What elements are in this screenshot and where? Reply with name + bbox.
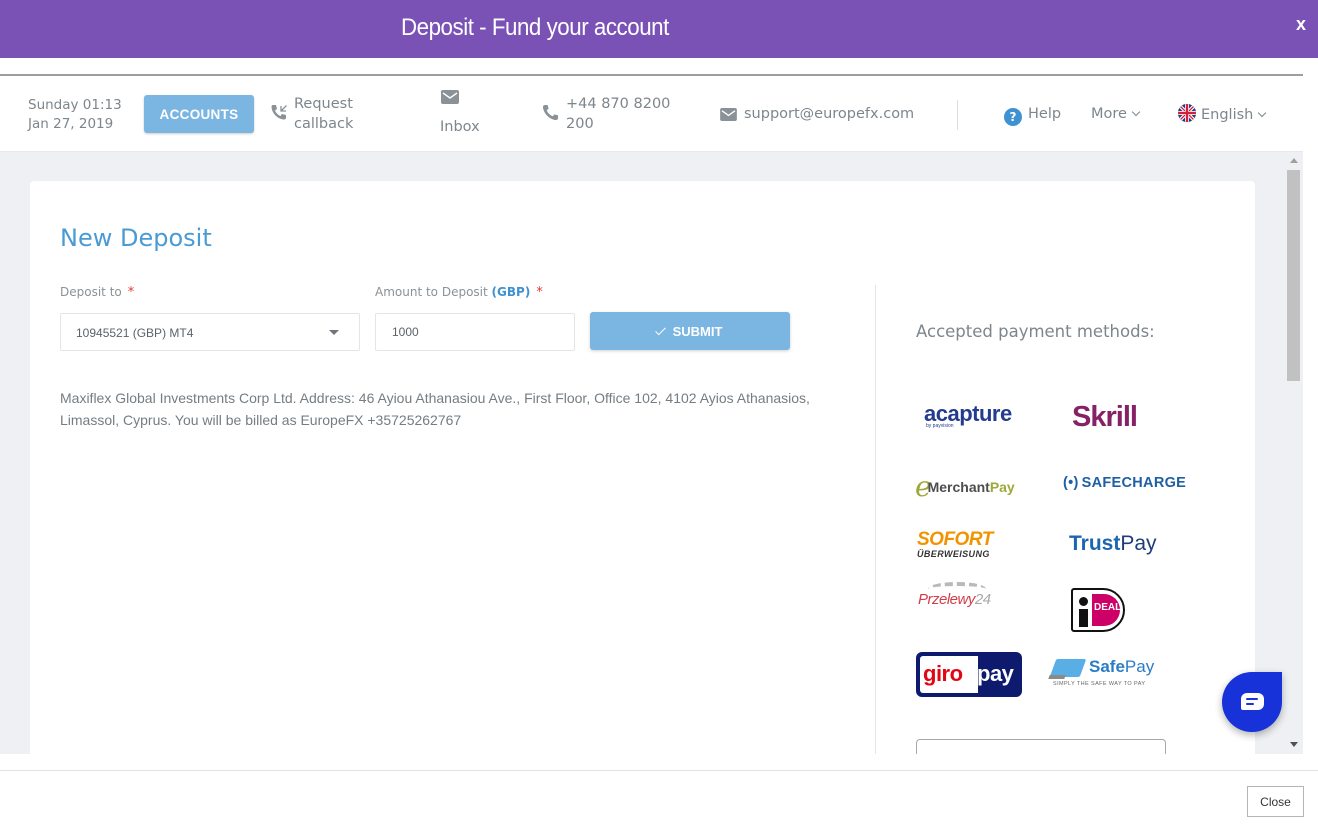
phone-line2: 200 [566, 116, 594, 132]
przelewy-arc-icon [928, 582, 986, 596]
support-email: support@europefx.com [744, 106, 915, 122]
deposit-to-label: Deposit to * [60, 285, 134, 300]
more-dropdown[interactable]: More [1091, 104, 1141, 124]
giropay-logo: giro pay [916, 652, 1022, 697]
required-asterisk: * [127, 285, 135, 300]
uk-flag-icon [1178, 104, 1196, 122]
deposit-to-select[interactable]: 10945521 (GBP) MT4 [60, 313, 360, 351]
acapture-logo-subtext: by payvision [926, 423, 954, 429]
chevron-down-icon [1258, 108, 1267, 118]
checkmark-icon [654, 324, 666, 335]
partially-visible-logo-box [916, 739, 1166, 754]
billing-address-note: Maxiflex Global Investments Corp Ltd. Ad… [60, 390, 810, 428]
sofort-logo: SOFORT ÜBERWEISUNG [917, 529, 993, 559]
required-asterisk: * [536, 285, 543, 300]
language-dropdown[interactable]: English [1178, 104, 1267, 125]
chevron-down-icon [1131, 107, 1141, 117]
more-label: More [1091, 106, 1127, 122]
date-day-time: Sunday 01:13 [28, 97, 122, 113]
safepay-name: SafePay [1089, 657, 1154, 677]
trustpay-rest: Pay [1120, 532, 1157, 555]
amount-currency: (GBP) [491, 285, 531, 299]
close-button[interactable]: Close [1247, 786, 1304, 817]
callback-label-line1: Request [294, 96, 353, 112]
vertical-scrollbar[interactable] [1286, 153, 1303, 754]
ideal-i-bar [1079, 609, 1088, 627]
scrollbar-thumb[interactable] [1287, 170, 1300, 381]
accounts-button[interactable]: ACCOUNTS [144, 95, 254, 133]
modal-title: Deposit - Fund your account [401, 14, 669, 41]
support-email-link[interactable]: support@europefx.com [720, 104, 914, 124]
emerchantpay-merchant: Merchant [927, 479, 990, 495]
envelope-icon [441, 90, 459, 110]
modal-title-bar: Deposit - Fund your account x [0, 0, 1318, 58]
top-navigation: Sunday 01:13 Jan 27, 2019 ACCOUNTS Reque… [0, 76, 1303, 152]
trustpay-bold: Trust [1069, 532, 1121, 555]
live-chat-button[interactable] [1222, 672, 1282, 732]
safepay-bold: Safe [1089, 657, 1125, 676]
amount-label: Amount to Deposit (GBP) * [375, 285, 543, 300]
submit-label: SUBMIT [672, 323, 723, 339]
caret-down-icon [329, 330, 339, 335]
phone-icon [542, 104, 559, 127]
submit-button[interactable]: SUBMIT [590, 312, 790, 350]
giropay-pay: pay [977, 661, 1014, 686]
inbox-label: Inbox [440, 119, 480, 135]
safecharge-logo: (•) SAFECHARGE [1063, 475, 1186, 491]
date-full: Jan 27, 2019 [28, 116, 114, 132]
datetime-display: Sunday 01:13 Jan 27, 2019 [28, 96, 122, 134]
deposit-to-selected-value: 10945521 (GBP) MT4 [76, 326, 194, 340]
safepay-rest: Pay [1124, 657, 1155, 676]
payment-methods-title: Accepted payment methods: [916, 322, 1155, 341]
scroll-up-arrow-icon[interactable] [1290, 158, 1298, 163]
column-divider [875, 285, 876, 754]
emerchantpay-logo: eMerchantPay [915, 470, 1015, 503]
envelope-icon [720, 107, 737, 127]
deposit-frame: Sunday 01:13 Jan 27, 2019 ACCOUNTS Reque… [0, 74, 1303, 754]
phone-callback-icon [270, 103, 288, 127]
language-label: English [1201, 107, 1254, 123]
safecharge-text: SAFECHARGE [1081, 475, 1187, 491]
ideal-logo: DEAL [1071, 588, 1125, 632]
deposit-to-label-text: Deposit to [60, 285, 122, 299]
giropay-giro: giro [923, 661, 963, 686]
sofort-top-text: SOFORT [917, 529, 993, 550]
sofort-bottom-text: ÜBERWEISUNG [917, 549, 990, 559]
help-label: Help [1028, 106, 1062, 122]
emerchantpay-pay: Pay [989, 479, 1015, 495]
safecharge-icon: (•) [1063, 475, 1079, 491]
modal-close-x-button[interactable]: x [1296, 14, 1306, 35]
page-title: New Deposit [60, 224, 212, 252]
callback-label-line2: callback [294, 116, 354, 132]
acapture-logo: acapture by payvision [924, 401, 1012, 429]
przelewy24-logo: Przelewy24 [918, 582, 991, 608]
amount-label-text: Amount to Deposit [375, 285, 488, 299]
skrill-logo: Skrill [1072, 401, 1138, 433]
help-link[interactable]: ? Help [1004, 104, 1061, 126]
ideal-i-dot [1079, 597, 1088, 606]
safepay-tagline: SIMPLY THE SAFE WAY TO PAY [1053, 681, 1146, 687]
ideal-text: DEAL [1094, 602, 1122, 613]
phone-line1: +44 870 8200 [566, 96, 671, 112]
chat-message-icon [1241, 693, 1264, 710]
nav-divider [957, 100, 958, 130]
scroll-down-arrow-icon[interactable] [1290, 742, 1298, 747]
new-deposit-card: New Deposit Deposit to * 10945521 (GBP) M… [30, 181, 1255, 754]
trustpay-logo: TrustPay [1069, 532, 1157, 556]
amount-input[interactable] [375, 313, 575, 351]
help-question-icon: ? [1004, 108, 1022, 126]
safepay-card-shadow [1048, 675, 1066, 679]
footer-divider [0, 770, 1318, 771]
